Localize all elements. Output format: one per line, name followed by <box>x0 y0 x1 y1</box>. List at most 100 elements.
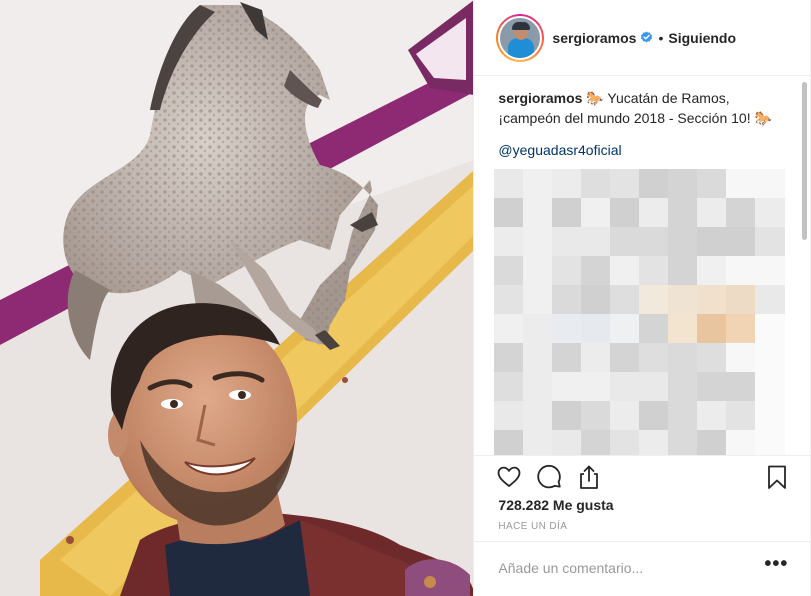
blurred-pixel <box>494 198 525 228</box>
blurred-pixel <box>581 314 612 344</box>
bookmark-icon <box>768 465 787 489</box>
blurred-pixel <box>523 227 554 257</box>
blurred-pixel <box>668 372 699 402</box>
blurred-pixel <box>581 227 612 257</box>
blurred-pixel <box>639 285 670 315</box>
blurred-pixel <box>726 314 757 344</box>
add-comment-bar: ••• <box>474 541 811 596</box>
blurred-pixel <box>523 256 554 286</box>
blurred-pixel <box>668 343 699 373</box>
comments-area[interactable]: sergioramos 🐎 Yucatán de Ramos, ¡campeón… <box>474 77 810 455</box>
blurred-pixel <box>494 343 525 373</box>
share-button[interactable] <box>576 464 602 490</box>
blurred-pixel <box>494 430 525 455</box>
blurred-pixel <box>610 343 641 373</box>
follow-status-button[interactable]: Siguiendo <box>668 30 736 46</box>
blurred-pixel <box>552 285 583 315</box>
blurred-pixel <box>755 169 786 199</box>
blurred-pixel <box>697 198 728 228</box>
blurred-pixel <box>494 227 525 257</box>
blurred-pixel <box>755 285 786 315</box>
blurred-pixel <box>639 372 670 402</box>
blurred-pixel <box>668 256 699 286</box>
blurred-pixel <box>639 256 670 286</box>
blurred-pixel <box>668 430 699 455</box>
blurred-pixel <box>697 169 728 199</box>
blurred-pixel <box>726 169 757 199</box>
avatar-image <box>498 15 543 60</box>
save-button[interactable] <box>764 464 790 490</box>
blurred-pixel <box>668 169 699 199</box>
blurred-pixel <box>552 401 583 431</box>
blurred-pixel <box>755 372 786 402</box>
blurred-pixel <box>726 285 757 315</box>
post-photo[interactable] <box>0 0 474 596</box>
blurred-pixel <box>755 401 786 431</box>
blurred-pixel <box>581 343 612 373</box>
blurred-pixel <box>581 285 612 315</box>
blurred-pixel <box>494 372 525 402</box>
blurred-pixel <box>581 401 612 431</box>
blurred-pixel <box>697 285 728 315</box>
blurred-pixel <box>610 314 641 344</box>
blurred-pixel <box>755 343 786 373</box>
blurred-pixel <box>726 343 757 373</box>
comment-button[interactable] <box>536 464 562 490</box>
blurred-pixel <box>639 314 670 344</box>
share-icon <box>580 465 599 489</box>
blurred-pixel <box>494 314 525 344</box>
blurred-pixel <box>639 169 670 199</box>
blurred-pixel <box>610 227 641 257</box>
blurred-pixel <box>552 343 583 373</box>
likes-count[interactable]: 728.282 Me gusta <box>498 497 613 513</box>
header-username[interactable]: sergioramos <box>552 30 636 46</box>
avatar[interactable] <box>496 13 545 62</box>
blurred-pixel <box>668 198 699 228</box>
blurred-pixel <box>668 314 699 344</box>
blurred-pixel <box>755 314 786 344</box>
blurred-pixel <box>581 256 612 286</box>
blurred-pixel <box>552 314 583 344</box>
blurred-pixel <box>755 227 786 257</box>
like-button[interactable] <box>496 464 522 490</box>
post-caption: sergioramos 🐎 Yucatán de Ramos, ¡campeón… <box>498 88 788 128</box>
blurred-pixel <box>552 372 583 402</box>
blurred-pixel <box>697 227 728 257</box>
blurred-pixel <box>523 285 554 315</box>
blurred-pixel <box>610 198 641 228</box>
blurred-pixel <box>726 430 757 455</box>
comment-input[interactable] <box>498 556 749 580</box>
blurred-pixel <box>581 198 612 228</box>
blurred-pixel <box>697 430 728 455</box>
blurred-pixel <box>639 343 670 373</box>
blurred-pixel <box>639 227 670 257</box>
blurred-pixel <box>610 169 641 199</box>
more-options-icon[interactable]: ••• <box>764 554 788 578</box>
comments-scrollbar-thumb[interactable] <box>802 82 807 240</box>
post-side-panel: sergioramos • Siguiendo sergioramos 🐎 Yu… <box>473 0 811 596</box>
blurred-comments <box>494 169 786 455</box>
blurred-pixel <box>610 285 641 315</box>
post-photo-image <box>0 0 474 596</box>
blurred-pixel <box>523 372 554 402</box>
verified-badge-icon <box>641 31 653 43</box>
post-container: sergioramos • Siguiendo sergioramos 🐎 Yu… <box>0 0 811 596</box>
blurred-pixel <box>523 314 554 344</box>
blurred-pixel <box>610 430 641 455</box>
blurred-pixel <box>523 198 554 228</box>
blurred-pixel <box>552 227 583 257</box>
blurred-pixel <box>552 169 583 199</box>
blurred-pixel <box>552 430 583 455</box>
post-header: sergioramos • Siguiendo <box>474 0 811 76</box>
blurred-pixel <box>581 430 612 455</box>
blurred-pixel <box>697 372 728 402</box>
caption-username[interactable]: sergioramos <box>498 90 582 106</box>
comment-bubble-icon <box>537 464 562 489</box>
blurred-pixel <box>552 198 583 228</box>
blurred-pixel <box>581 372 612 402</box>
blurred-pixel <box>668 401 699 431</box>
caption-mention-link[interactable]: @yeguadasr4oficial <box>498 142 621 158</box>
blurred-pixel <box>697 343 728 373</box>
post-timestamp[interactable]: HACE UN DÍA <box>498 521 567 532</box>
blurred-pixel <box>668 285 699 315</box>
